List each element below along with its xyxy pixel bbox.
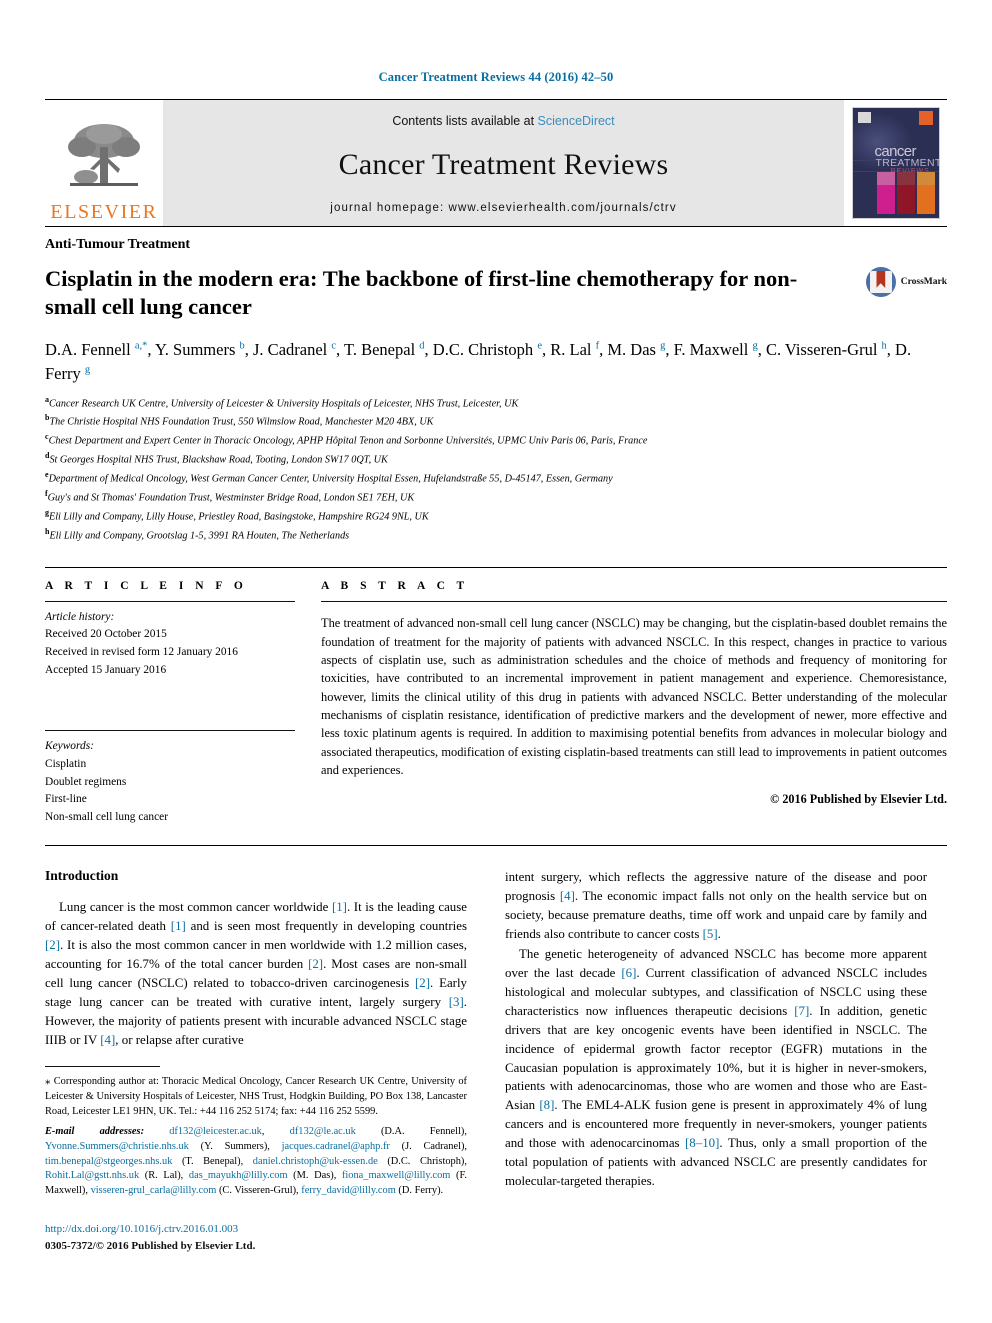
- abstract-text: The treatment of advanced non-small cell…: [321, 616, 947, 778]
- keywords-label: Keywords:: [45, 740, 94, 753]
- journal-title: Cancer Treatment Reviews: [338, 148, 669, 181]
- intro-paragraph: intent surgery, which reflects the aggre…: [505, 869, 927, 941]
- crossmark-label: CrossMark: [900, 277, 947, 287]
- keyword-item: Cisplatin: [45, 758, 87, 771]
- article-history-label: Article history:: [45, 610, 115, 623]
- body-column-left: Introduction Lung cancer is the most com…: [45, 868, 467, 1255]
- elsevier-logo: ELSEVIER: [45, 100, 163, 226]
- keyword-item: Doublet regimens: [45, 775, 127, 788]
- cover-publisher-mark: [857, 112, 871, 123]
- journal-homepage[interactable]: journal homepage: www.elsevierhealth.com…: [330, 202, 676, 214]
- sciencedirect-link[interactable]: ScienceDirect: [538, 114, 615, 128]
- affiliation-text: St Georges Hospital NHS Trust, Blackshaw…: [49, 454, 388, 466]
- affiliation-item: fGuy's and St Thomas' Foundation Trust, …: [45, 488, 947, 507]
- article-info-heading: A R T I C L E I N F O: [45, 579, 248, 592]
- elsevier-tree-icon: [68, 124, 140, 186]
- cover-title-line2: TREATMENT: [875, 157, 940, 169]
- affiliation-text: Chest Department and Expert Center in Th…: [48, 435, 648, 447]
- page-title: Cisplatin in the modern era: The backbon…: [45, 266, 798, 320]
- keyword-item: Non-small cell lung cancer: [45, 811, 169, 824]
- intro-paragraph: The genetic heterogeneity of advanced NS…: [505, 946, 928, 1189]
- affiliation-text: Cancer Research UK Centre, University of…: [49, 397, 519, 409]
- affiliation-item: eDepartment of Medical Oncology, West Ge…: [45, 469, 947, 488]
- abstract-copyright: © 2016 Published by Elsevier Ltd.: [770, 791, 947, 806]
- footnote-rule: [45, 1065, 160, 1067]
- doi-link[interactable]: http://dx.doi.org/10.1016/j.ctrv.2016.01…: [45, 1221, 467, 1238]
- article-page: Cancer Treatment Reviews 44 (2016) 42–50: [0, 0, 992, 1323]
- contents-prefix: Contents lists available at: [392, 114, 538, 128]
- journal-cover-thumbnail: cancer TREATMENT REVIEWS: [844, 100, 947, 226]
- affiliation-list: aCancer Research UK Centre, University o…: [45, 394, 947, 545]
- affiliation-item: dSt Georges Hospital NHS Trust, Blacksha…: [45, 450, 947, 469]
- affiliation-item: bThe Christie Hospital NHS Foundation Tr…: [45, 412, 947, 431]
- abstract-column: A B S T R A C T The treatment of advance…: [321, 580, 947, 827]
- article-info-column: A R T I C L E I N F O Article history: R…: [45, 580, 295, 827]
- section-kicker: Anti-Tumour Treatment: [45, 237, 191, 252]
- email-addresses-note: E-mail addresses: df132@leicester.ac.uk,…: [45, 1125, 468, 1197]
- title-block: Anti-Tumour Treatment Cisplatin in the m…: [45, 237, 947, 322]
- introduction-heading: Introduction: [45, 867, 119, 883]
- masthead-bottom-rule: [45, 226, 947, 227]
- history-item: Accepted 15 January 2016: [45, 663, 167, 676]
- affiliation-text: Guy's and St Thomas' Foundation Trust, W…: [47, 492, 415, 504]
- info-abstract-row: A R T I C L E I N F O Article history: R…: [45, 568, 947, 827]
- masthead-center: Contents lists available at ScienceDirec…: [163, 100, 844, 226]
- info-bottom-rule: [45, 844, 947, 846]
- corresponding-author-note: ⁎ Corresponding author at: Thoracic Medi…: [45, 1074, 467, 1117]
- body-column-right: intent surgery, which reflects the aggre…: [505, 868, 927, 1255]
- affiliation-text: Eli Lilly and Company, Grootslag 1-5, 39…: [49, 530, 350, 542]
- cover-art: cancer TREATMENT REVIEWS: [851, 107, 940, 219]
- cover-orange-square: [918, 111, 933, 125]
- affiliation-text: Eli Lilly and Company, Lilly House, Prie…: [49, 511, 429, 523]
- affiliation-text: The Christie Hospital NHS Foundation Tru…: [49, 416, 434, 428]
- doi-block: http://dx.doi.org/10.1016/j.ctrv.2016.01…: [45, 1221, 467, 1254]
- keyword-item: First-line: [45, 793, 87, 806]
- history-item: Received in revised form 12 January 2016: [45, 646, 238, 659]
- affiliation-text: Department of Medical Oncology, West Ger…: [48, 473, 613, 485]
- intro-paragraph: Lung cancer is the most common cancer wo…: [45, 899, 467, 1047]
- running-head: Cancer Treatment Reviews 44 (2016) 42–50: [378, 70, 614, 84]
- affiliation-item: cChest Department and Expert Center in T…: [45, 431, 947, 450]
- affiliation-item: hEli Lilly and Company, Grootslag 1-5, 3…: [45, 526, 947, 545]
- affiliation-item: aCancer Research UK Centre, University o…: [45, 394, 947, 413]
- crossmark-icon: [865, 267, 896, 297]
- keywords-block: Keywords: Cisplatin Doublet regimens Fir…: [45, 738, 295, 826]
- crossmark-badge[interactable]: CrossMark: [865, 267, 947, 297]
- article-body: Introduction Lung cancer is the most com…: [45, 868, 947, 1255]
- issn-copyright-line: 0305-7372/© 2016 Published by Elsevier L…: [45, 1239, 256, 1252]
- contents-available-line: Contents lists available at ScienceDirec…: [392, 114, 614, 128]
- history-item: Received 20 October 2015: [45, 628, 167, 641]
- article-history: Article history: Received 20 October 201…: [45, 609, 295, 680]
- elsevier-wordmark: ELSEVIER: [50, 201, 158, 223]
- affiliation-item: gEli Lilly and Company, Lilly House, Pri…: [45, 507, 947, 526]
- journal-masthead: ELSEVIER Contents lists available at Sci…: [45, 99, 947, 226]
- author-list: D.A. Fennell a,*, Y. Summers b, J. Cadra…: [45, 339, 912, 383]
- cover-color-panels: [876, 172, 935, 214]
- abstract-heading: A B S T R A C T: [321, 579, 469, 592]
